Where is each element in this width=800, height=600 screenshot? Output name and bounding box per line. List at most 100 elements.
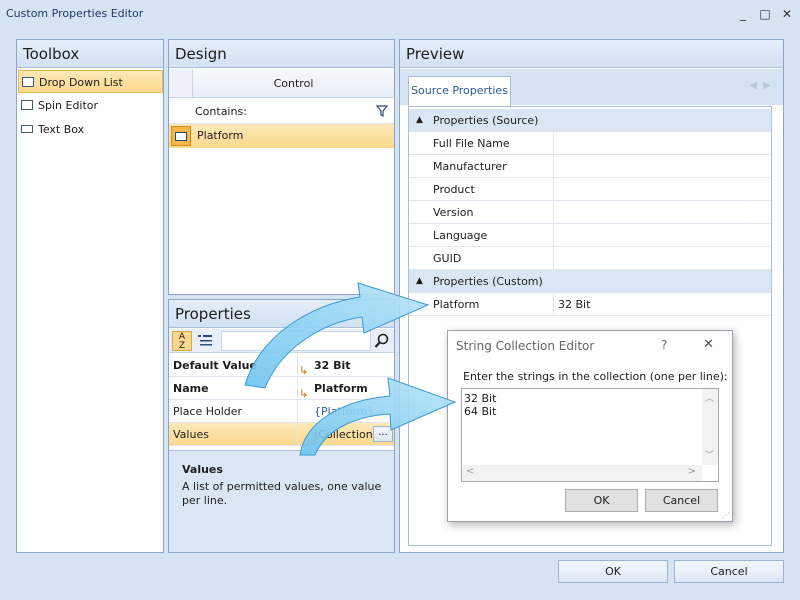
- preview-row[interactable]: Version: [409, 201, 771, 224]
- help-button[interactable]: ?: [661, 338, 667, 352]
- scroll-down-icon[interactable]: ﹀: [705, 448, 714, 461]
- dialog-cancel-button[interactable]: Cancel: [645, 489, 718, 512]
- sort-alphabetical-icon[interactable]: AZ: [172, 331, 192, 351]
- spin-editor-icon: [21, 100, 33, 110]
- search-icon[interactable]: [374, 333, 390, 349]
- design-row-platform[interactable]: Platform: [169, 124, 394, 148]
- toolbox-item-label: Drop Down List: [39, 76, 123, 89]
- toolbox-item-spin-editor[interactable]: Spin Editor: [18, 94, 163, 117]
- description-title: Values: [182, 463, 223, 476]
- collapse-icon[interactable]: ▲: [416, 109, 423, 132]
- property-name: Name: [173, 382, 209, 395]
- dialog-prompt: Enter the strings in the collection (one…: [463, 370, 728, 383]
- design-row-label: Platform: [197, 129, 244, 142]
- design-header: Design: [169, 40, 394, 68]
- property-row[interactable]: Name Platform ↳: [169, 377, 394, 400]
- resize-grip-icon[interactable]: ⋰: [722, 511, 730, 520]
- selected-row-indicator: [171, 126, 191, 146]
- window-title: Custom Properties Editor: [6, 7, 144, 20]
- group-header-source[interactable]: ▲ Properties (Source): [409, 109, 771, 132]
- toolbox-header: Toolbox: [17, 40, 163, 68]
- toolbox-item-text-box[interactable]: Text Box: [18, 118, 163, 141]
- title-bar: Custom Properties Editor _ □ ✕: [0, 0, 800, 30]
- property-value: {Platform}: [297, 400, 395, 423]
- description-text: A list of permitted values, one value pe…: [182, 480, 382, 507]
- dialog-close-button[interactable]: ✕: [703, 337, 714, 352]
- property-description: Values A list of permitted values, one v…: [169, 450, 394, 552]
- preview-row-value[interactable]: [553, 155, 771, 178]
- toolbox-panel: Toolbox Drop Down List Spin Editor Text …: [16, 39, 164, 553]
- dialog-ok-button[interactable]: OK: [565, 489, 638, 512]
- preview-row-label: Language: [433, 229, 488, 242]
- preview-row-label: Manufacturer: [433, 160, 507, 173]
- preview-tab-strip: Source Properties ◀ ▶: [400, 69, 783, 106]
- preview-row[interactable]: Language: [409, 224, 771, 247]
- minimize-button[interactable]: _: [733, 5, 753, 23]
- dialog-title: String Collection Editor: [456, 339, 595, 353]
- string-collection-editor-dialog: String Collection Editor ? ✕ Enter the s…: [447, 330, 733, 522]
- maximize-button[interactable]: □: [755, 5, 775, 23]
- group-header-custom[interactable]: ▲ Properties (Custom): [409, 270, 771, 293]
- property-row-selected[interactable]: Values (Collection) ...: [169, 423, 394, 446]
- cancel-button[interactable]: Cancel: [674, 560, 784, 583]
- ellipsis-button[interactable]: ...: [373, 426, 393, 442]
- properties-panel: Properties AZ Default Value 32 Bit ↳ Nam…: [168, 299, 395, 553]
- horizontal-scrollbar[interactable]: < >: [462, 465, 702, 481]
- tab-scroll-right-icon[interactable]: ▶: [763, 80, 771, 91]
- preview-row-value[interactable]: [553, 178, 771, 201]
- design-panel: Design Control Contains: Platform: [168, 39, 395, 295]
- scroll-right-icon[interactable]: >: [688, 466, 696, 477]
- property-row[interactable]: Default Value 32 Bit ↳: [169, 354, 394, 377]
- filter-icon[interactable]: [376, 105, 388, 117]
- preview-row-value[interactable]: [553, 247, 771, 270]
- row-header-corner: [169, 69, 193, 98]
- preview-row-value[interactable]: [553, 224, 771, 247]
- preview-row-label: Platform: [433, 298, 480, 311]
- preview-row-label: GUID: [433, 252, 462, 265]
- preview-row[interactable]: GUID: [409, 247, 771, 270]
- property-name: Values: [173, 428, 209, 441]
- preview-row[interactable]: Manufacturer: [409, 155, 771, 178]
- close-button[interactable]: ✕: [777, 5, 797, 23]
- property-name: Place Holder: [173, 405, 243, 418]
- toolbox-item-drop-down-list[interactable]: Drop Down List: [18, 70, 163, 93]
- drop-down-list-icon: [22, 77, 34, 87]
- tab-scroll-left-icon[interactable]: ◀: [749, 80, 757, 91]
- preview-row-label: Version: [433, 206, 474, 219]
- string-line: 64 Bit: [464, 405, 497, 418]
- string-line: 32 Bit: [464, 392, 497, 405]
- preview-row-platform[interactable]: Platform 32 Bit: [409, 293, 771, 316]
- toolbox-item-label: Text Box: [38, 123, 85, 136]
- preview-row[interactable]: Product: [409, 178, 771, 201]
- filter-label: Contains:: [195, 105, 247, 118]
- preview-row-label: Product: [433, 183, 475, 196]
- preview-row[interactable]: Full File Name: [409, 132, 771, 155]
- preview-header: Preview: [400, 40, 783, 68]
- preview-row-value[interactable]: 32 Bit: [553, 293, 771, 316]
- property-name: Default Value: [173, 359, 257, 372]
- properties-toolbar: AZ: [169, 329, 394, 353]
- drop-down-list-icon: [175, 132, 187, 141]
- filter-row: Contains:: [169, 99, 394, 124]
- group-label: Properties (Source): [433, 114, 539, 127]
- strings-textarea[interactable]: 32 Bit 64 Bit ︿ ﹀ < >: [461, 388, 719, 482]
- group-label: Properties (Custom): [433, 275, 543, 288]
- text-box-icon: [21, 125, 33, 133]
- property-row[interactable]: Place Holder {Platform}: [169, 400, 394, 423]
- control-column-header[interactable]: Control: [193, 69, 394, 98]
- property-search-input[interactable]: [221, 331, 371, 351]
- property-value: Platform: [297, 377, 395, 400]
- preview-row-value[interactable]: [553, 201, 771, 224]
- toolbox-item-label: Spin Editor: [38, 99, 99, 112]
- properties-header: Properties: [169, 300, 394, 328]
- property-value: 32 Bit: [297, 354, 395, 377]
- ok-button[interactable]: OK: [558, 560, 668, 583]
- vertical-scrollbar[interactable]: ︿ ﹀: [702, 389, 718, 465]
- tab-source-properties[interactable]: Source Properties: [408, 76, 511, 106]
- preview-row-value[interactable]: [553, 132, 771, 155]
- scroll-left-icon[interactable]: <: [466, 466, 474, 477]
- scroll-up-icon[interactable]: ︿: [705, 391, 714, 404]
- collapse-icon[interactable]: ▲: [416, 270, 423, 293]
- preview-row-label: Full File Name: [433, 137, 510, 150]
- categorized-view-icon[interactable]: [197, 333, 213, 349]
